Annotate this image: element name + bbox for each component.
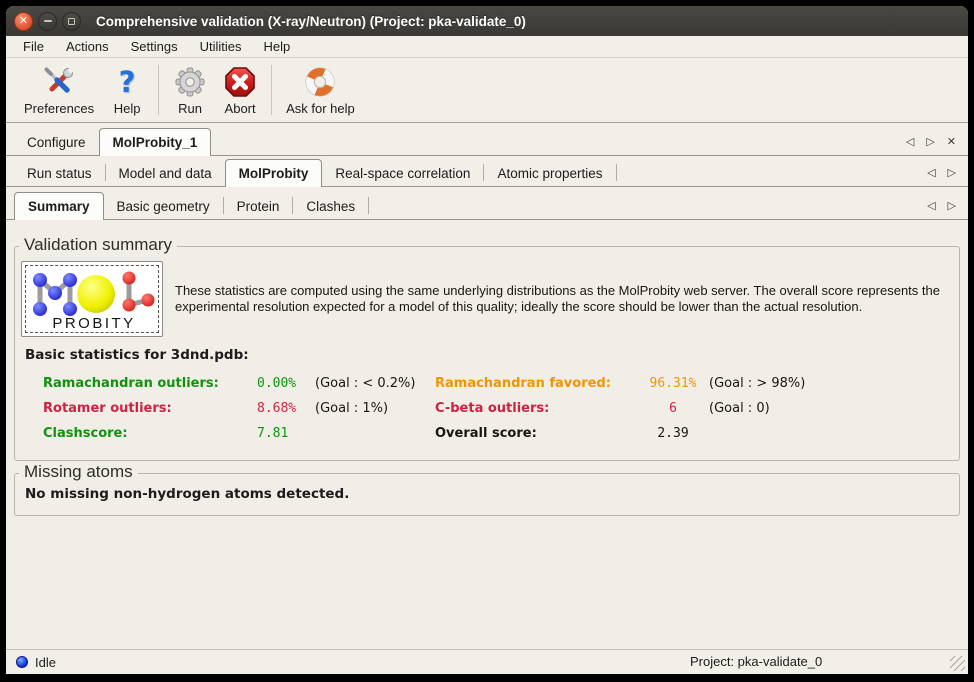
tab-close-icon[interactable]: ✕ bbox=[947, 135, 956, 148]
missing-atoms-group: Missing atoms No missing non-hydrogen at… bbox=[14, 473, 960, 516]
help-label: Help bbox=[114, 101, 141, 116]
stat-label: Overall score: bbox=[435, 426, 637, 441]
tab-protein[interactable]: Protein bbox=[224, 194, 293, 219]
stat-label: Rotamer outliers: bbox=[43, 401, 257, 416]
validation-summary-group: Validation summary bbox=[14, 246, 960, 461]
app-window: ✕ Comprehensive validation (X-ray/Neutro… bbox=[6, 6, 968, 674]
stat-label: Clashscore: bbox=[43, 426, 257, 441]
validation-summary-title: Validation summary bbox=[19, 235, 177, 255]
stat-value: 2.39 bbox=[637, 426, 709, 441]
titlebar: ✕ Comprehensive validation (X-ray/Neutro… bbox=[6, 6, 968, 36]
menubar: File Actions Settings Utilities Help bbox=[6, 36, 968, 58]
abort-button[interactable]: Abort bbox=[215, 63, 265, 118]
notebook-tabs-inner: Summary Basic geometry Protein Clashes ◁… bbox=[6, 192, 968, 220]
stat-label: C-beta outliers: bbox=[435, 401, 637, 416]
molprobity-logo-button[interactable]: PROBITY bbox=[21, 261, 163, 337]
status-indicator-icon bbox=[16, 656, 28, 668]
summary-page: Validation summary bbox=[6, 220, 968, 649]
summary-description: These statistics are computed using the … bbox=[175, 283, 955, 314]
stat-value: 0.00% bbox=[257, 376, 315, 391]
tab-summary[interactable]: Summary bbox=[14, 192, 104, 220]
toolbar: Preferences ? Help bbox=[6, 59, 968, 123]
stat-goal: (Goal : > 98%) bbox=[709, 376, 869, 391]
tab-atomic-properties[interactable]: Atomic properties bbox=[484, 161, 615, 186]
notebook-tabs-middle: Run status Model and data MolProbity Rea… bbox=[6, 159, 968, 187]
tab-configure[interactable]: Configure bbox=[14, 130, 99, 155]
notebook-tabs-top: Configure MolProbity_1 ◁ ▷ ✕ bbox=[6, 127, 968, 156]
preferences-button[interactable]: Preferences bbox=[16, 63, 102, 118]
stat-value: 6 bbox=[637, 401, 709, 416]
tab-clashes[interactable]: Clashes bbox=[293, 194, 368, 219]
tab-run-status[interactable]: Run status bbox=[14, 161, 105, 186]
toolbar-separator bbox=[271, 65, 272, 115]
menu-actions[interactable]: Actions bbox=[55, 36, 120, 57]
tab-molprobity-1[interactable]: MolProbity_1 bbox=[99, 128, 212, 156]
tab-scroll-right-icon[interactable]: ▷ bbox=[948, 166, 956, 179]
maximize-icon bbox=[68, 18, 75, 25]
stat-label: Ramachandran favored: bbox=[435, 376, 637, 391]
statusbar: Idle Project: pka-validate_0 bbox=[6, 649, 968, 674]
abort-label: Abort bbox=[225, 101, 256, 116]
tab-scroll-right-icon[interactable]: ▷ bbox=[926, 135, 934, 148]
molprobity-logo: PROBITY bbox=[28, 267, 156, 331]
run-button[interactable]: Run bbox=[165, 63, 215, 118]
tab-model-and-data[interactable]: Model and data bbox=[106, 161, 225, 186]
tab-separator bbox=[368, 197, 369, 214]
stat-goal: (Goal : < 0.2%) bbox=[315, 376, 435, 391]
minimize-icon bbox=[44, 20, 52, 22]
stat-value: 96.31% bbox=[637, 376, 709, 391]
logo-text: PROBITY bbox=[52, 315, 135, 331]
stats-table: Ramachandran outliers: 0.00% (Goal : < 0… bbox=[43, 371, 955, 446]
tab-scroll-left-icon[interactable]: ◁ bbox=[927, 199, 935, 212]
run-label: Run bbox=[178, 101, 202, 116]
ask-for-help-button[interactable]: Ask for help bbox=[278, 63, 363, 118]
stat-label: Ramachandran outliers: bbox=[43, 376, 257, 391]
menu-utilities[interactable]: Utilities bbox=[189, 36, 253, 57]
toolbar-separator bbox=[158, 65, 159, 115]
minimize-button[interactable] bbox=[38, 12, 57, 31]
help-button[interactable]: ? Help bbox=[102, 63, 152, 118]
maximize-button[interactable] bbox=[62, 12, 81, 31]
missing-atoms-message: No missing non-hydrogen atoms detected. bbox=[25, 486, 349, 502]
project-label: Project: pka-validate_0 bbox=[690, 654, 822, 669]
resize-grip[interactable] bbox=[950, 656, 965, 671]
stats-heading: Basic statistics for 3dnd.pdb: bbox=[25, 347, 249, 363]
gear-icon bbox=[173, 65, 207, 99]
tools-icon bbox=[42, 65, 76, 99]
status-text: Idle bbox=[35, 655, 56, 670]
tab-real-space-correlation[interactable]: Real-space correlation bbox=[322, 161, 483, 186]
menu-help[interactable]: Help bbox=[252, 36, 301, 57]
tab-basic-geometry[interactable]: Basic geometry bbox=[104, 194, 223, 219]
missing-atoms-title: Missing atoms bbox=[19, 462, 138, 482]
stat-goal: (Goal : 0) bbox=[709, 401, 869, 416]
ask-for-help-label: Ask for help bbox=[286, 101, 355, 116]
menu-file[interactable]: File bbox=[12, 36, 55, 57]
menu-settings[interactable]: Settings bbox=[120, 36, 189, 57]
tab-molprobity[interactable]: MolProbity bbox=[225, 159, 323, 187]
stat-value: 7.81 bbox=[257, 426, 315, 441]
tab-separator bbox=[616, 164, 617, 181]
stop-icon bbox=[223, 65, 257, 99]
tab-scroll-left-icon[interactable]: ◁ bbox=[927, 166, 935, 179]
question-icon: ? bbox=[110, 65, 144, 99]
stat-goal: (Goal : 1%) bbox=[315, 401, 435, 416]
lifebuoy-icon bbox=[303, 65, 337, 99]
window-title: Comprehensive validation (X-ray/Neutron)… bbox=[96, 14, 526, 29]
tab-scroll-right-icon[interactable]: ▷ bbox=[948, 199, 956, 212]
stat-value: 8.68% bbox=[257, 401, 315, 416]
close-button[interactable]: ✕ bbox=[14, 12, 33, 31]
tab-scroll-left-icon[interactable]: ◁ bbox=[906, 135, 914, 148]
preferences-label: Preferences bbox=[24, 101, 94, 116]
